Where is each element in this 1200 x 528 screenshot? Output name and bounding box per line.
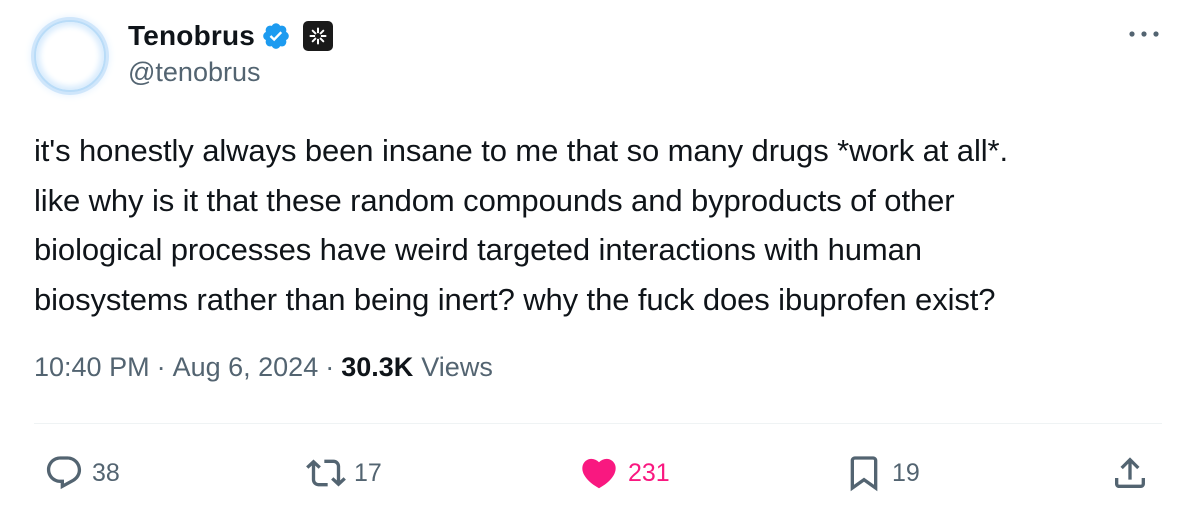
meta-separator: · <box>156 352 166 382</box>
tweet-card: Tenobrus @tenobrus it's honestly always … <box>0 0 1200 528</box>
action-bar: 38 17 231 19 <box>0 448 1200 498</box>
views-count[interactable]: 30.3K <box>341 352 413 383</box>
avatar[interactable] <box>34 20 106 92</box>
tweet-text-line: it's honestly always been insane to me t… <box>34 133 1008 168</box>
verified-badge-icon[interactable] <box>261 21 291 51</box>
views-label[interactable]: Views <box>421 352 493 383</box>
tweet-date[interactable]: Aug 6, 2024 <box>173 352 319 383</box>
bookmark-count: 19 <box>892 458 920 487</box>
display-name[interactable]: Tenobrus <box>128 20 255 52</box>
heart-icon <box>582 458 616 489</box>
tweet-meta: 10:40 PM · Aug 6, 2024 · 30.3K Views <box>34 352 493 383</box>
repost-button[interactable]: 17 <box>306 448 382 498</box>
tweet-text-line: biosystems rather than being inert? why … <box>34 281 996 317</box>
divider <box>34 423 1162 424</box>
reply-icon <box>46 456 82 490</box>
author-name-row: Tenobrus <box>128 16 334 56</box>
tweet-text: it's honestly always been insane to me t… <box>34 126 1174 324</box>
like-count: 231 <box>628 458 670 487</box>
author-handle[interactable]: @tenobrus <box>128 57 260 88</box>
bookmark-icon <box>850 456 878 492</box>
share-button[interactable] <box>1110 448 1150 498</box>
like-button[interactable]: 231 <box>578 448 670 498</box>
affiliation-badge-icon[interactable] <box>303 21 334 51</box>
reply-count: 38 <box>92 458 120 487</box>
repost-count: 17 <box>354 458 382 487</box>
repost-icon <box>306 459 346 487</box>
more-options-icon[interactable] <box>1126 22 1162 46</box>
tweet-text-line: like why is it that these random compoun… <box>34 182 955 218</box>
tweet-text-line: biological processes have weird targeted… <box>34 232 922 267</box>
bookmark-button[interactable]: 19 <box>844 448 920 498</box>
tweet-time[interactable]: 10:40 PM <box>34 352 150 383</box>
share-icon <box>1115 457 1145 488</box>
meta-separator: · <box>325 352 335 382</box>
reply-button[interactable]: 38 <box>44 448 120 498</box>
